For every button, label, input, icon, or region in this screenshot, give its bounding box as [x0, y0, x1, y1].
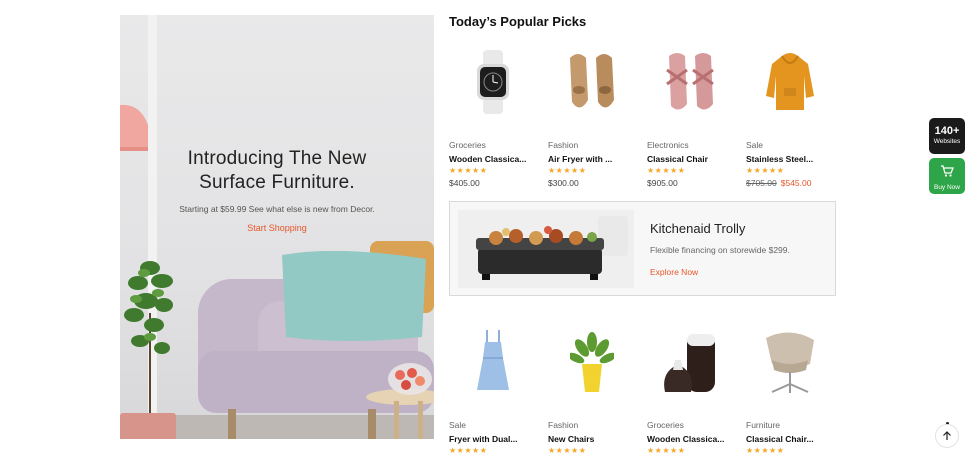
product-card[interactable]: Groceries Wooden Classica... ★★★★★ — [647, 318, 739, 453]
sale-price: $545.00 — [780, 178, 812, 188]
rating-stars: ★★★★★ — [449, 446, 488, 453]
product-card[interactable]: Electronics Classical Chair ★★★★★ $905.0… — [647, 38, 739, 188]
product-image[interactable] — [647, 318, 735, 406]
product-name[interactable]: New Chairs — [548, 434, 640, 444]
cart-icon — [941, 165, 954, 177]
product-image[interactable] — [548, 318, 636, 406]
badge-label: Websites — [933, 138, 961, 145]
side-table-icon — [366, 363, 434, 439]
product-image[interactable] — [449, 38, 537, 126]
hero-subtitle: Starting at $59.99 See what else is new … — [179, 204, 375, 214]
arrow-up-icon — [943, 431, 951, 440]
product-category: Fashion — [548, 420, 579, 430]
buy-now-label: Buy Now — [933, 184, 960, 191]
buy-now-button[interactable]: Buy Now — [929, 158, 965, 194]
grill-icon — [476, 216, 628, 280]
sandals-icon — [666, 53, 714, 110]
product-price: $300.00 — [548, 178, 579, 188]
product-name[interactable]: Stainless Steel... — [746, 154, 838, 164]
plant-icon — [124, 261, 173, 418]
potted-plant-icon — [570, 332, 614, 392]
dress-icon — [477, 330, 509, 390]
hoodie-icon — [766, 53, 814, 110]
websites-badge[interactable]: 140+ Websites — [929, 118, 965, 154]
vases-icon — [664, 334, 715, 392]
rating-stars: ★★★★★ — [449, 166, 488, 175]
rating-stars: ★★★★★ — [548, 446, 587, 453]
product-category: Electronics — [647, 140, 689, 150]
promo-banner[interactable]: Kitchenaid Trolly Flexible financing on … — [449, 201, 836, 296]
old-price: $705.00 — [746, 178, 777, 188]
product-category: Sale — [449, 420, 467, 430]
rating-stars: ★★★★★ — [647, 166, 686, 175]
product-image[interactable] — [647, 38, 735, 126]
hero-banner: Introducing The New Surface Furniture. S… — [120, 15, 434, 439]
product-card[interactable]: Sale Stainless Steel... ★★★★★ $705.00 $54… — [746, 38, 838, 188]
product-name[interactable]: Fryer with Dual... — [449, 434, 541, 444]
product-image[interactable] — [548, 38, 636, 126]
smartwatch-icon — [477, 50, 509, 114]
rating-stars: ★★★★★ — [548, 166, 587, 175]
rating-stars: ★★★★★ — [647, 446, 686, 453]
banner-image — [458, 210, 634, 288]
product-category: Furniture — [746, 420, 781, 430]
hero-title: Introducing The New Surface Furniture. — [120, 147, 434, 195]
explore-now-link[interactable]: Explore Now — [650, 267, 698, 277]
hero-title-line2: Surface Furniture. — [199, 172, 355, 193]
product-category: Groceries — [449, 140, 486, 150]
start-shopping-link[interactable]: Start Shopping — [247, 223, 307, 233]
product-name[interactable]: Classical Chair... — [746, 434, 838, 444]
product-category: Groceries — [647, 420, 684, 430]
product-image[interactable] — [746, 38, 834, 126]
loafers-icon — [570, 54, 614, 108]
product-card[interactable]: Furniture Classical Chair... ★★★★★ — [746, 318, 838, 453]
scroll-to-top-button[interactable] — [935, 424, 959, 448]
product-name[interactable]: Air Fryer with ... — [548, 154, 640, 164]
rating-stars: ★★★★★ — [746, 166, 785, 175]
product-name[interactable]: Wooden Classica... — [449, 154, 541, 164]
hero-title-line1: Introducing The New — [187, 148, 367, 169]
lounge-chair-icon — [766, 332, 814, 393]
hero-text: Introducing The New Surface Furniture. S… — [120, 147, 434, 236]
product-price: $905.00 — [647, 178, 678, 188]
product-image[interactable] — [449, 318, 537, 406]
banner-title: Kitchenaid Trolly — [650, 221, 746, 236]
product-category: Fashion — [548, 140, 579, 150]
product-price: $705.00 $545.00 — [746, 178, 838, 188]
product-name[interactable]: Classical Chair — [647, 154, 739, 164]
product-card[interactable]: Sale Fryer with Dual... ★★★★★ — [449, 318, 541, 453]
rating-stars: ★★★★★ — [746, 446, 785, 453]
product-card[interactable]: Fashion Air Fryer with ... ★★★★★ $300.00 — [548, 38, 640, 188]
section-title: Today’s Popular Picks — [449, 14, 587, 29]
plant-pot — [120, 413, 176, 439]
product-price: $405.00 — [449, 178, 480, 188]
badge-count: 140+ — [934, 125, 960, 137]
product-name[interactable]: Wooden Classica... — [647, 434, 739, 444]
product-card[interactable]: Fashion New Chairs ★★★★★ — [548, 318, 640, 453]
product-card[interactable]: Groceries Wooden Classica... ★★★★★ $405.… — [449, 38, 541, 188]
banner-subtitle: Flexible financing on storewide $299. — [650, 245, 790, 255]
product-category: Sale — [746, 140, 764, 150]
product-image[interactable] — [746, 318, 834, 406]
